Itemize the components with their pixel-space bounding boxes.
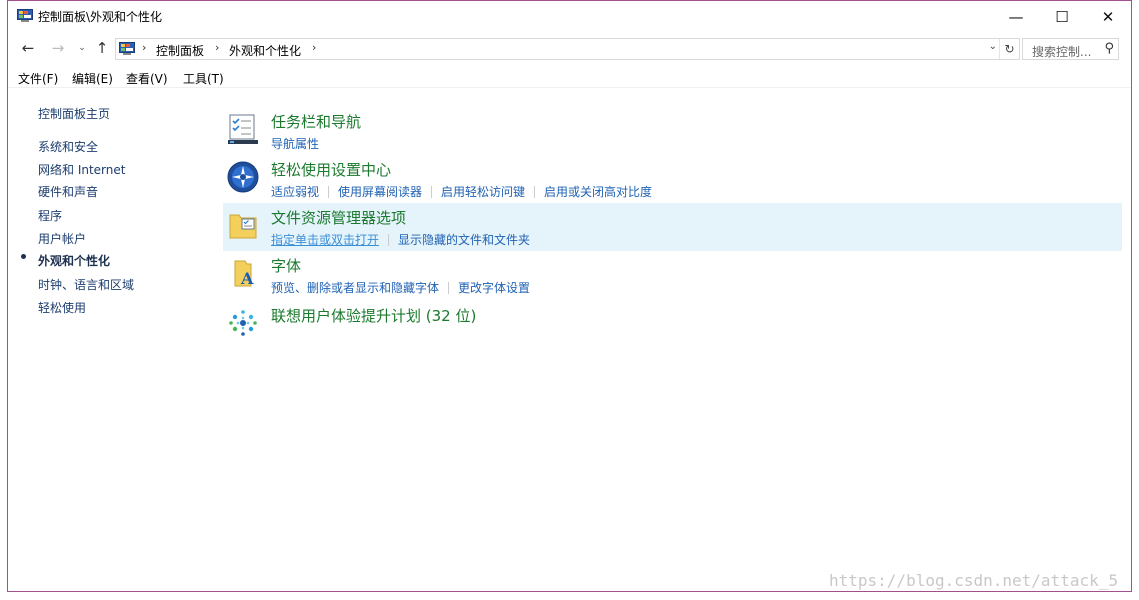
nav-network-internet[interactable]: 网络和 Internet	[38, 161, 125, 178]
back-arrow-icon[interactable]: ←	[17, 37, 39, 59]
breadcrumb-separator-icon[interactable]: ›	[215, 41, 219, 54]
search-icon[interactable]: ⚲	[1104, 41, 1114, 56]
control-panel-icon	[17, 9, 33, 22]
breadcrumb-control-panel[interactable]: 控制面板	[156, 42, 204, 59]
menu-view[interactable]: 查看(V)	[126, 70, 168, 87]
link-preview-delete-fonts[interactable]: 预览、删除或者显示和隐藏字体	[271, 281, 439, 295]
nav-ease-of-access[interactable]: 轻松使用	[38, 299, 86, 316]
menu-bar: 文件(F) 编辑(E) 查看(V) 工具(T)	[8, 68, 1131, 88]
window-title: 控制面板\外观和个性化	[38, 10, 163, 24]
link-screen-reader[interactable]: 使用屏幕阅读器	[338, 185, 422, 199]
recent-locations-chevron-icon[interactable]: ⌄	[71, 37, 93, 59]
category-taskbar-navigation: 任务栏和导航 导航属性	[223, 107, 1122, 155]
breadcrumb-separator-icon[interactable]: ›	[142, 41, 146, 54]
category-links: 预览、删除或者显示和隐藏字体 更改字体设置	[271, 279, 530, 296]
fonts-folder-icon: A	[234, 260, 254, 288]
address-bar-row: ← → ⌄ ↑ › 控制面板 › 外观和个性化 › ⌄ ↻ 搜索控制... ⚲	[8, 34, 1131, 62]
category-title[interactable]: 文件资源管理器选项	[271, 207, 406, 228]
link-navigation-properties[interactable]: 导航属性	[271, 137, 319, 151]
link-divider	[431, 186, 433, 198]
watermark-text: https://blog.csdn.net/attack_5	[829, 571, 1118, 590]
category-file-explorer-options: 文件资源管理器选项 指定单击或双击打开 显示隐藏的文件和文件夹	[223, 203, 1122, 251]
nav-clock-language-region[interactable]: 时钟、语言和区域	[38, 276, 134, 293]
taskbar-icon	[228, 114, 258, 144]
ease-of-access-icon	[227, 161, 259, 193]
nav-appearance-personalization[interactable]: 外观和个性化	[38, 252, 110, 269]
category-links: 导航属性	[271, 135, 319, 152]
link-high-contrast[interactable]: 启用或关闭高对比度	[544, 185, 652, 199]
svg-text:A: A	[240, 269, 254, 288]
category-fonts: A 字体 预览、删除或者显示和隐藏字体 更改字体设置	[223, 251, 1122, 299]
category-title[interactable]: 字体	[271, 255, 301, 276]
close-button[interactable]: ✕	[1085, 1, 1131, 32]
address-bar[interactable]: › 控制面板 › 外观和个性化 › ⌄ ↻	[115, 38, 1020, 60]
category-links: 适应弱视 使用屏幕阅读器 启用轻松访问键 启用或关闭高对比度	[271, 183, 652, 200]
menu-edit[interactable]: 编辑(E)	[72, 70, 113, 87]
search-placeholder: 搜索控制...	[1032, 45, 1092, 59]
link-change-font-settings[interactable]: 更改字体设置	[458, 281, 530, 295]
breadcrumb-separator-icon[interactable]: ›	[312, 41, 316, 54]
category-title[interactable]: 任务栏和导航	[271, 111, 361, 132]
nav-system-security[interactable]: 系统和安全	[38, 138, 98, 155]
up-arrow-icon[interactable]: ↑	[91, 37, 113, 59]
nav-programs[interactable]: 程序	[38, 207, 62, 224]
link-divider	[328, 186, 330, 198]
control-panel-icon	[119, 42, 135, 55]
search-input[interactable]: 搜索控制... ⚲	[1022, 38, 1119, 60]
category-links: 指定单击或双击打开 显示隐藏的文件和文件夹	[271, 231, 530, 248]
refresh-icon[interactable]: ↻	[999, 39, 1019, 59]
maximize-button[interactable]: ☐	[1039, 1, 1085, 32]
link-low-vision[interactable]: 适应弱视	[271, 185, 319, 199]
category-lenovo-program: 联想用户体验提升计划 (32 位)	[223, 301, 1122, 349]
forward-arrow-icon[interactable]: →	[47, 37, 69, 59]
link-sticky-keys[interactable]: 启用轻松访问键	[441, 185, 525, 199]
nav-hardware-sound[interactable]: 硬件和声音	[38, 183, 98, 200]
folder-options-icon	[229, 214, 257, 239]
address-dropdown-icon[interactable]: ⌄	[989, 41, 997, 52]
breadcrumb-appearance[interactable]: 外观和个性化	[229, 42, 301, 59]
link-show-hidden-files[interactable]: 显示隐藏的文件和文件夹	[398, 233, 530, 247]
category-ease-of-access-center: 轻松使用设置中心 适应弱视 使用屏幕阅读器 启用轻松访问键 启用或关闭高对比度	[223, 155, 1122, 203]
link-divider	[534, 186, 536, 198]
title-bar: 控制面板\外观和个性化 — ☐ ✕	[8, 1, 1131, 32]
control-panel-window: 控制面板\外观和个性化 — ☐ ✕ ← → ⌄ ↑ › 控制面板 › 外观和个性…	[7, 0, 1132, 592]
nav-user-accounts[interactable]: 用户帐户	[38, 230, 86, 247]
menu-file[interactable]: 文件(F)	[18, 70, 58, 87]
link-divider	[388, 234, 390, 246]
menu-tools[interactable]: 工具(T)	[183, 70, 224, 87]
lenovo-program-icon	[229, 310, 257, 336]
link-divider	[448, 282, 450, 294]
nav-control-panel-home[interactable]: 控制面板主页	[38, 105, 110, 122]
link-single-double-click[interactable]: 指定单击或双击打开	[271, 233, 379, 247]
category-title[interactable]: 轻松使用设置中心	[271, 159, 391, 180]
active-bullet-icon	[21, 254, 26, 259]
minimize-button[interactable]: —	[993, 1, 1039, 32]
category-title[interactable]: 联想用户体验提升计划 (32 位)	[271, 305, 476, 326]
